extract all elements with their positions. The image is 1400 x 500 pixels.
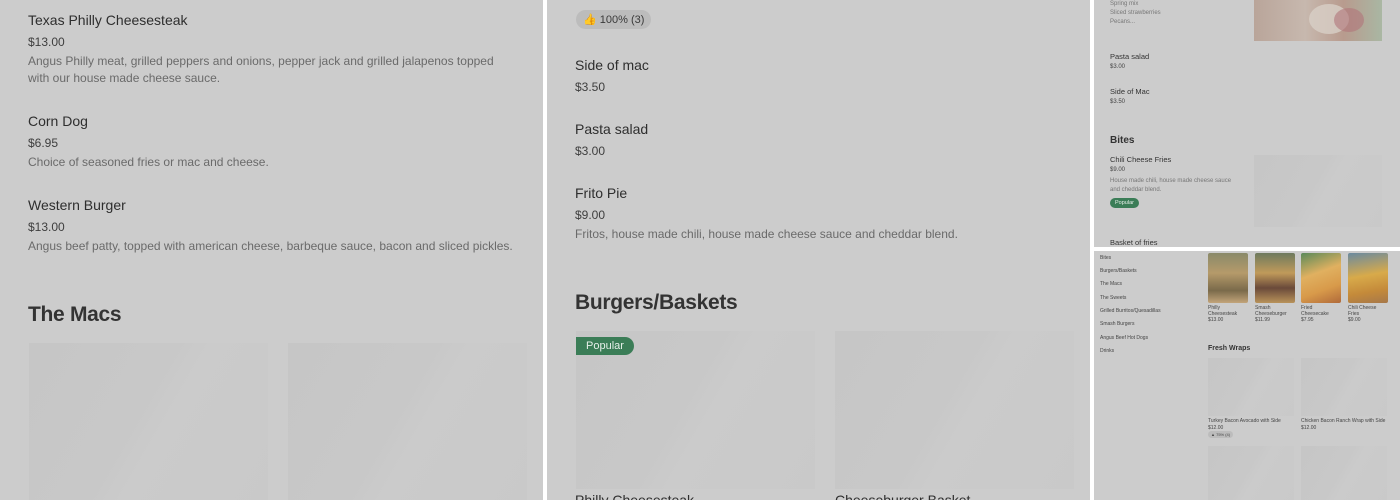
item-price: $3.50 xyxy=(1110,99,1126,105)
category-nav-item[interactable]: Grilled Burritos/Quesadillas xyxy=(1100,308,1161,314)
item-description: with our house made cheese sauce. xyxy=(28,71,221,85)
item-card-name[interactable]: Philly Cheesesteak xyxy=(575,492,694,500)
category-nav-item[interactable]: Burgers/Baskets xyxy=(1100,268,1137,274)
thumbnail-name: Philly Cheesesteak $13.00 xyxy=(1208,305,1238,323)
section-heading: Bites xyxy=(1110,135,1135,146)
item-price: $13.00 xyxy=(28,35,65,49)
menu-panel-1: Texas Philly Cheesesteak $13.00 Angus Ph… xyxy=(0,0,543,500)
category-nav-item[interactable]: Bites xyxy=(1100,255,1111,261)
item-image-placeholder[interactable] xyxy=(29,343,268,500)
rating-badge: 👍 100% (3) xyxy=(576,10,652,29)
item-name[interactable]: Turkey Bacon Avocado with Side xyxy=(1208,418,1281,424)
item-price: $6.95 xyxy=(28,136,59,150)
menu-panel-2: 👍 100% (3) Side of mac $3.50 Pasta salad… xyxy=(547,0,1090,500)
item-description: Sliced strawberries xyxy=(1110,10,1161,16)
item-price: $12.00 xyxy=(1301,425,1317,431)
menu-panel-4: Bites Burgers/Baskets The Macs The Sweet… xyxy=(1094,251,1400,500)
item-description: Angus Philly meat, grilled peppers and o… xyxy=(28,54,494,68)
item-name[interactable]: Side of Mac xyxy=(1110,87,1150,96)
item-name[interactable]: Pasta salad xyxy=(1110,52,1149,61)
item-price: $9.00 xyxy=(575,208,606,222)
rating-badge: ▲ 75% (4) xyxy=(1208,431,1234,438)
item-name[interactable]: Frito Pie xyxy=(575,185,627,201)
item-price: $3.50 xyxy=(575,80,606,94)
item-price: $13.00 xyxy=(28,220,65,234)
category-nav-item[interactable]: Angus Beef Hot Dogs xyxy=(1100,335,1148,341)
thumbs-up-icon: 👍 xyxy=(583,14,597,26)
category-nav-item[interactable]: Drinks xyxy=(1100,348,1114,354)
item-name[interactable]: Chili Cheese Fries xyxy=(1110,155,1171,164)
thumbnail-name: Fried Cheesecake $7.95 xyxy=(1301,305,1329,323)
item-description: Pecans... xyxy=(1110,19,1136,25)
item-description: House made chili, house made cheese sauc… xyxy=(1110,178,1232,184)
food-thumbnail[interactable] xyxy=(1301,253,1341,303)
food-thumbnail[interactable] xyxy=(1208,253,1248,303)
wrap-food-image[interactable] xyxy=(1254,0,1382,41)
item-image-placeholder[interactable] xyxy=(288,343,527,500)
item-image-placeholder[interactable] xyxy=(1301,358,1387,416)
item-description: Spring mix xyxy=(1110,1,1139,7)
menu-panel-3: Spring mix Sliced strawberries Pecans...… xyxy=(1094,0,1400,247)
item-card-name[interactable]: Cheeseburger Basket xyxy=(835,492,970,500)
thumbnail-name: Chili Cheese Fries $9.00 xyxy=(1348,305,1377,323)
popular-badge: Popular xyxy=(1110,198,1139,208)
item-description: Angus beef patty, topped with american c… xyxy=(28,239,513,253)
item-description: and cheddar blend. xyxy=(1110,187,1162,193)
item-name[interactable]: Corn Dog xyxy=(28,113,88,129)
item-image-placeholder[interactable] xyxy=(835,331,1074,489)
item-name[interactable]: Chicken Bacon Ranch Wrap with Side xyxy=(1301,418,1385,424)
section-heading: Fresh Wraps xyxy=(1208,345,1251,352)
item-description: Choice of seasoned fries or mac and chee… xyxy=(28,155,269,169)
food-thumbnail[interactable] xyxy=(1348,253,1388,303)
item-name[interactable]: Basket of fries xyxy=(1110,238,1158,247)
item-name[interactable]: Western Burger xyxy=(28,197,126,213)
category-nav-item[interactable]: The Sweets xyxy=(1100,295,1126,301)
thumbnail-name: Smash Cheeseburger $11.99 xyxy=(1255,305,1287,323)
item-image-placeholder[interactable] xyxy=(1208,358,1294,416)
item-name[interactable]: Pasta salad xyxy=(575,121,648,137)
category-nav-item[interactable]: Smash Burgers xyxy=(1100,321,1134,327)
popular-badge: Popular xyxy=(576,337,634,355)
food-thumbnail[interactable] xyxy=(1255,253,1295,303)
item-name[interactable]: Side of mac xyxy=(575,57,649,73)
item-price: $3.00 xyxy=(1110,64,1126,70)
item-price: $9.00 xyxy=(1110,167,1126,173)
thumbs-up-icon: ▲ xyxy=(1211,432,1215,437)
item-price: $3.00 xyxy=(575,144,606,158)
category-nav-item[interactable]: The Macs xyxy=(1100,281,1122,287)
item-name[interactable]: Texas Philly Cheesesteak xyxy=(28,12,188,28)
item-description: Fritos, house made chili, house made che… xyxy=(575,227,958,241)
section-heading: The Macs xyxy=(28,303,122,326)
item-image-placeholder[interactable] xyxy=(1301,446,1387,500)
item-image-placeholder[interactable] xyxy=(1208,446,1294,500)
section-heading: Burgers/Baskets xyxy=(575,291,738,314)
item-image-placeholder[interactable] xyxy=(1254,155,1382,227)
